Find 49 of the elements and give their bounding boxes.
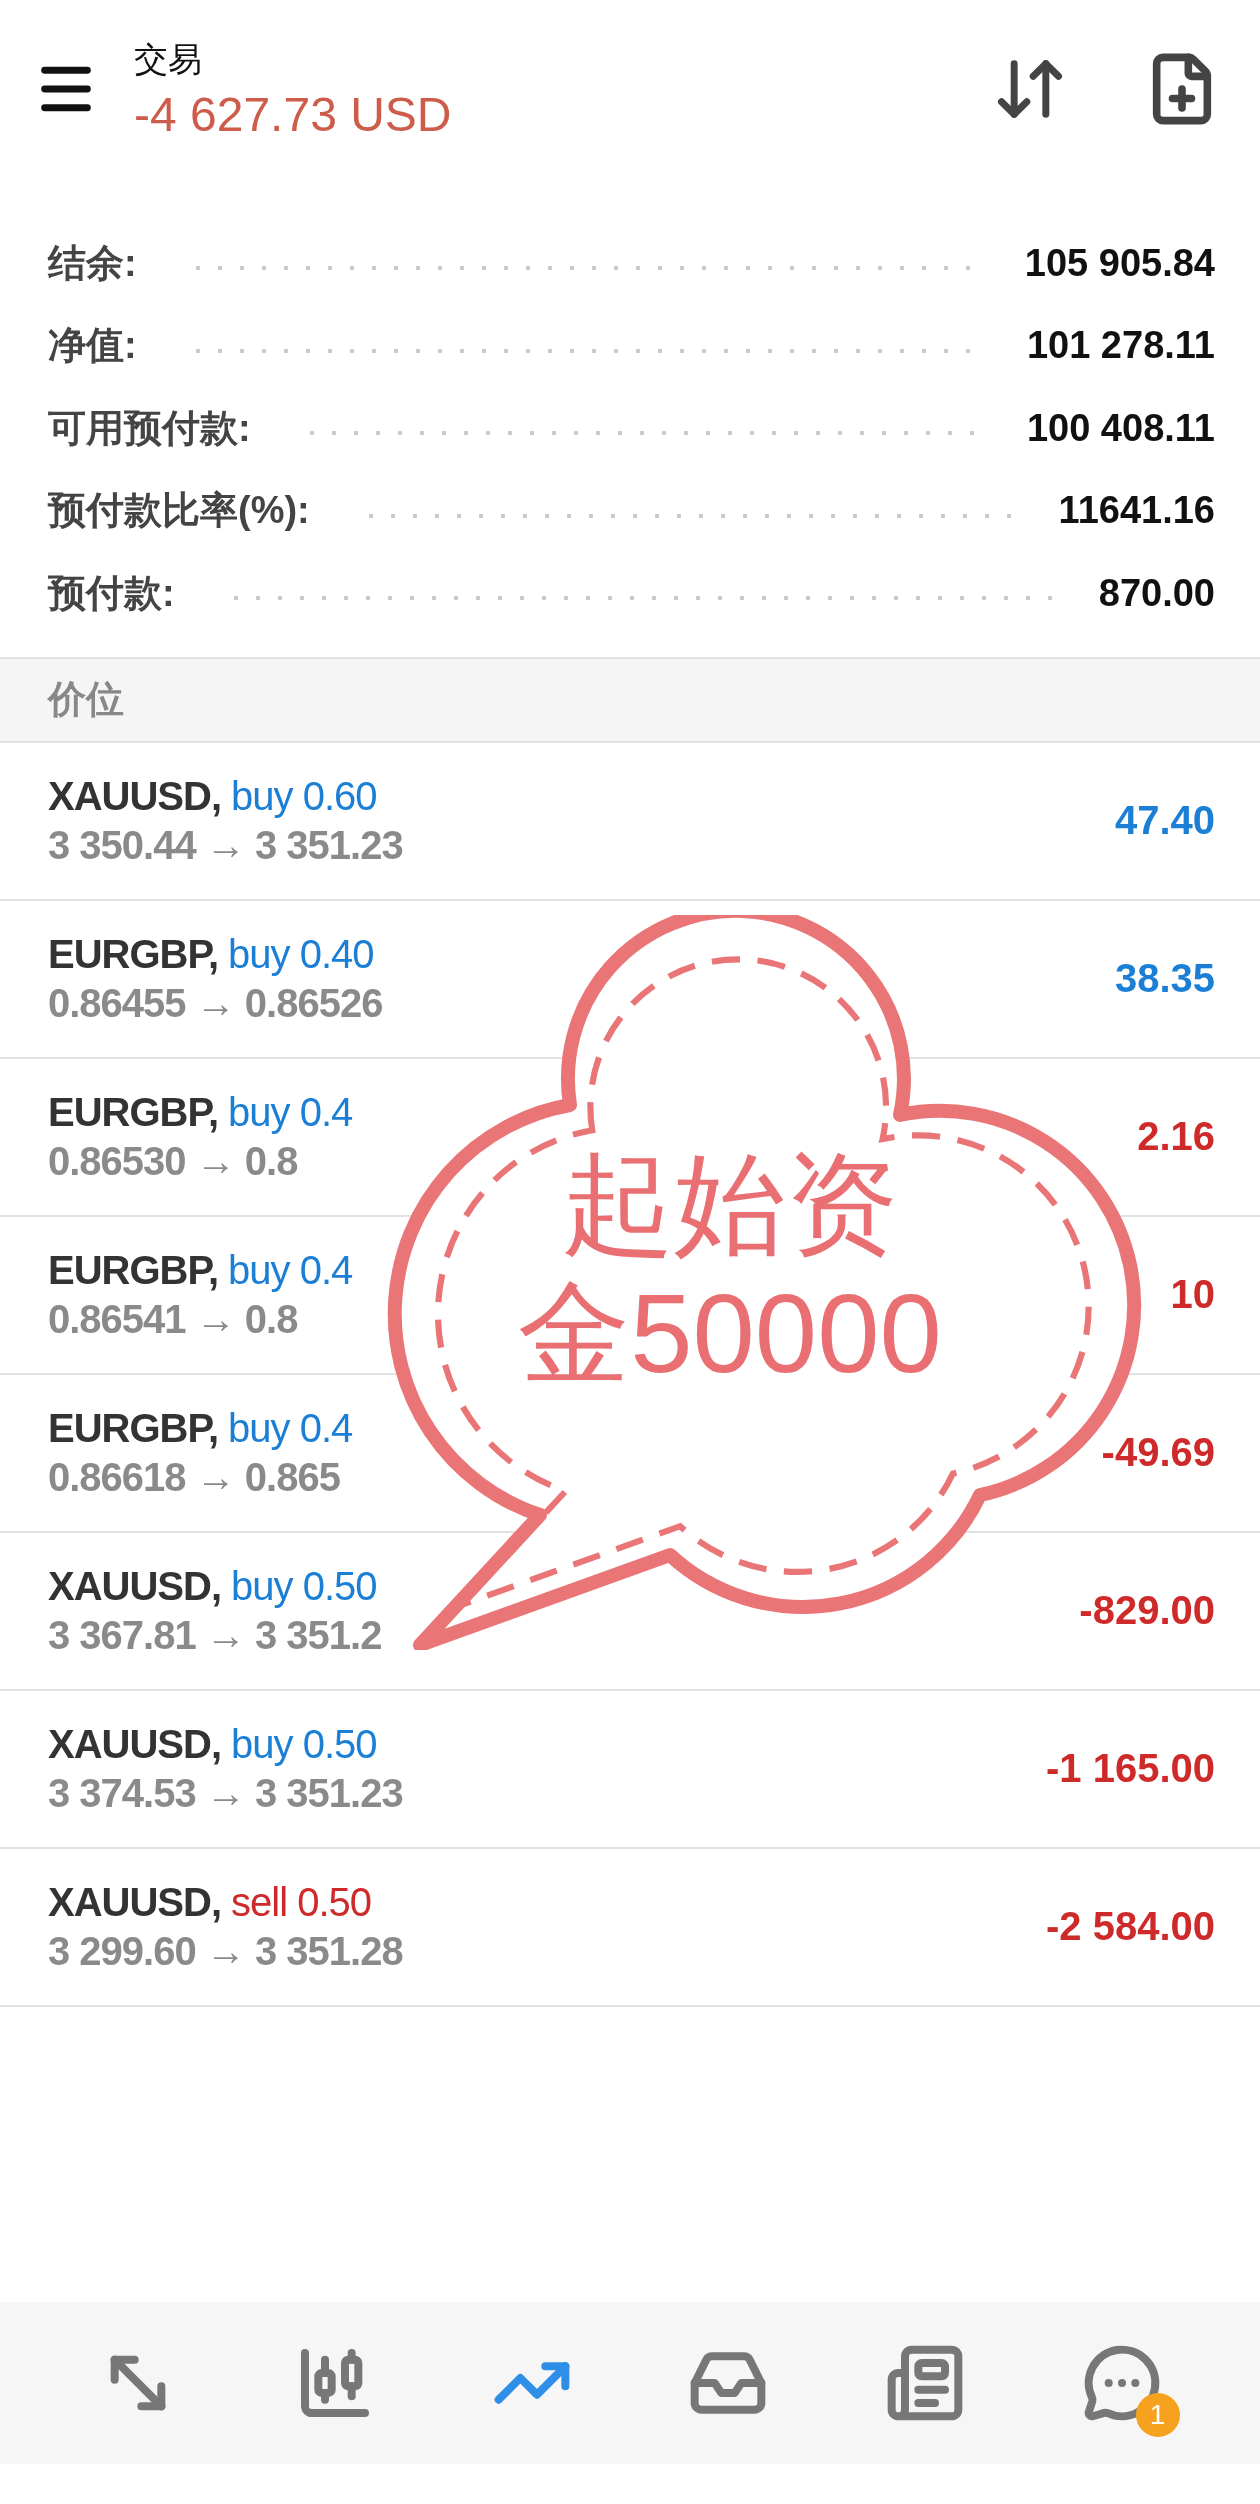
- summary-label: 净值:: [48, 323, 137, 369]
- profit-value: 38.35: [1114, 956, 1215, 1001]
- profit-value: -829.00: [1079, 1588, 1215, 1633]
- symbol-text: XAUUSD,: [48, 773, 222, 819]
- sticker-text: 起始资: [562, 1141, 898, 1269]
- profit-value: -49.69: [1101, 1430, 1215, 1475]
- profit-value: 2.16: [1137, 1114, 1215, 1159]
- symbol-text: EURGBP,: [48, 931, 219, 977]
- price-range: 0.86618 → 0.865: [48, 1454, 340, 1500]
- screen-title: 交易: [134, 38, 203, 80]
- order-side: buy 0.4: [228, 1247, 353, 1293]
- sticker-text: 金50000: [518, 1269, 942, 1398]
- symbol-text: XAUUSD,: [48, 1721, 222, 1767]
- order-side: buy 0.50: [231, 1563, 377, 1609]
- price-range: 0.86541 → 0.8: [48, 1296, 298, 1342]
- price-range: 0.86530 → 0.8: [48, 1138, 298, 1184]
- notification-badge: 1: [1135, 2393, 1180, 2437]
- price-range: 3 350.44 → 3 351.23: [48, 822, 403, 868]
- summary-label: 结余:: [48, 240, 137, 286]
- symbol-text: EURGBP,: [48, 1247, 219, 1293]
- summary-value: 11641.16: [1058, 489, 1215, 533]
- nav-tab[interactable]: 1: [1063, 2325, 1180, 2441]
- summary-label: 预付款比率(%):: [48, 488, 310, 534]
- symbol-text: EURGBP,: [48, 1089, 219, 1135]
- summary-value: 105 905.84: [1024, 241, 1215, 285]
- summary-value: 100 408.11: [1026, 406, 1215, 450]
- symbol-text: XAUUSD,: [48, 1563, 222, 1609]
- profit-value: 47.40: [1114, 798, 1215, 843]
- order-side: buy 0.40: [228, 931, 374, 977]
- profit-value: -2 584.00: [1045, 1904, 1215, 1949]
- order-side: buy 0.4: [228, 1089, 353, 1135]
- price-range: 0.86455 → 0.86526: [48, 980, 383, 1026]
- order-side: sell 0.50: [231, 1879, 371, 1925]
- order-side: buy 0.4: [228, 1405, 353, 1451]
- price-range: 3 374.53 → 3 351.23: [48, 1770, 403, 1816]
- order-side: buy 0.50: [231, 1721, 377, 1767]
- symbol-text: EURGBP,: [48, 1405, 219, 1451]
- order-side: buy 0.60: [231, 773, 377, 819]
- total-profit: -4 627.73 USD: [134, 86, 453, 142]
- summary-label: 可用预付款:: [48, 405, 251, 451]
- price-range: 3 367.81 → 3 351.2: [48, 1612, 382, 1658]
- summary-label: 预付款:: [48, 570, 175, 616]
- profit-value: 10: [1170, 1272, 1215, 1317]
- price-range: 3 299.60 → 3 351.28: [48, 1928, 403, 1974]
- summary-value: 101 278.11: [1026, 324, 1215, 368]
- profit-value: -1 165.00: [1045, 1746, 1215, 1791]
- summary-value: 870.00: [1098, 571, 1215, 615]
- section-title: 价位: [48, 677, 124, 722]
- symbol-text: XAUUSD,: [48, 1879, 222, 1925]
